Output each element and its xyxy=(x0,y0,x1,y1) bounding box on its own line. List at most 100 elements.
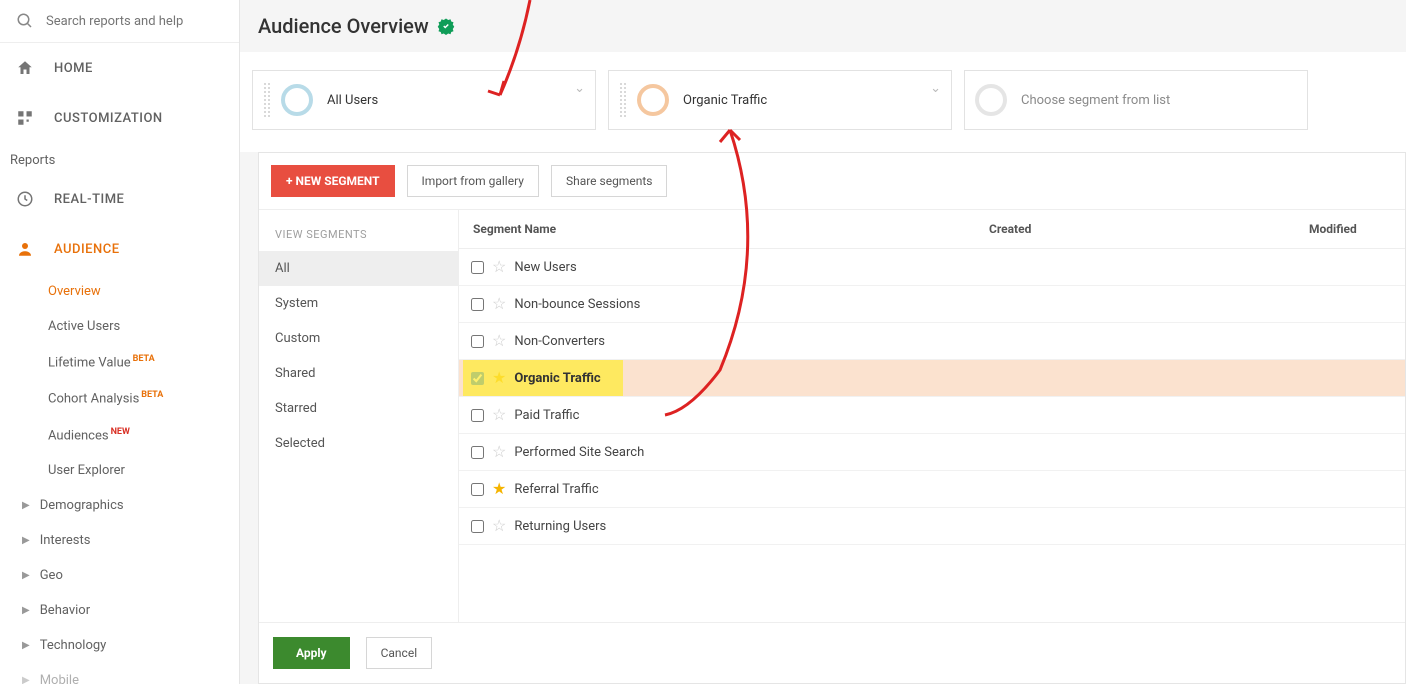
subnav-mobile[interactable]: ▶Mobile xyxy=(0,663,239,684)
subnav-overview[interactable]: Overview xyxy=(48,274,239,309)
nav-realtime[interactable]: REAL-TIME xyxy=(0,174,239,224)
nav-audience[interactable]: AUDIENCE xyxy=(0,224,239,274)
view-item-system[interactable]: System xyxy=(259,286,458,321)
table-row[interactable]: ☆ Paid Traffic xyxy=(459,397,1405,434)
verified-icon xyxy=(437,17,455,35)
segments-table: Segment Name Created Modified ☆ New Users… xyxy=(459,210,1405,622)
segment-checkbox[interactable] xyxy=(471,409,484,422)
subnav-audiences[interactable]: AudiencesNEW xyxy=(48,417,239,453)
person-icon xyxy=(16,240,34,258)
segment-chip-choose[interactable]: Choose segment from list xyxy=(964,70,1308,130)
caret-right-icon: ▶ xyxy=(22,675,30,684)
sidebar: Search reports and help HOME CUSTOMIZATI… xyxy=(0,0,240,684)
subnav-cohort[interactable]: Cohort AnalysisBETA xyxy=(48,380,239,416)
star-icon[interactable]: ☆ xyxy=(492,333,506,349)
subnav-active-users[interactable]: Active Users xyxy=(48,309,239,344)
segment-checkbox[interactable] xyxy=(471,261,484,274)
caret-right-icon: ▶ xyxy=(22,535,30,546)
apply-button[interactable]: Apply xyxy=(273,637,350,669)
view-item-shared[interactable]: Shared xyxy=(259,356,458,391)
caret-right-icon: ▶ xyxy=(22,500,30,511)
segment-checkbox[interactable] xyxy=(471,298,484,311)
share-segments-button[interactable]: Share segments xyxy=(551,165,667,197)
segment-chip-label: Choose segment from list xyxy=(1021,93,1170,108)
reports-label: Reports xyxy=(0,143,239,174)
chevron-down-icon: ⌄ xyxy=(930,81,941,96)
segment-circle-icon xyxy=(637,84,669,116)
segment-chip-organic[interactable]: Organic Traffic ⌄ xyxy=(608,70,952,130)
new-segment-button[interactable]: + NEW SEGMENT xyxy=(271,165,395,197)
nav-realtime-label: REAL-TIME xyxy=(54,192,124,207)
segment-name-label: Performed Site Search xyxy=(514,445,644,460)
segment-checkbox[interactable] xyxy=(471,520,484,533)
segment-name-label: Returning Users xyxy=(514,519,606,534)
nav-home[interactable]: HOME xyxy=(0,43,239,93)
main: Audience Overview All Users ⌄ Organic Tr… xyxy=(240,0,1406,684)
panel-footer: Apply Cancel xyxy=(259,622,1405,683)
nav-customization-label: CUSTOMIZATION xyxy=(54,111,163,126)
table-row[interactable]: ★ Referral Traffic xyxy=(459,471,1405,508)
table-header: Segment Name Created Modified xyxy=(459,210,1405,249)
segment-checkbox[interactable] xyxy=(471,446,484,459)
import-gallery-button[interactable]: Import from gallery xyxy=(407,165,539,197)
drag-handle-icon xyxy=(263,82,271,118)
segment-name-label: Non-Converters xyxy=(514,334,605,349)
segment-checkbox[interactable] xyxy=(471,483,484,496)
subnav-technology[interactable]: ▶Technology xyxy=(0,628,239,663)
nav-audience-label: AUDIENCE xyxy=(54,242,120,257)
audience-subnav: Overview Active Users Lifetime ValueBETA… xyxy=(0,274,239,488)
beta-badge: BETA xyxy=(141,390,163,400)
star-icon[interactable]: ☆ xyxy=(492,259,506,275)
star-icon[interactable]: ☆ xyxy=(492,407,506,423)
star-icon[interactable]: ☆ xyxy=(492,518,506,534)
caret-right-icon: ▶ xyxy=(22,640,30,651)
table-row[interactable]: ☆ Returning Users xyxy=(459,508,1405,545)
dashboard-icon xyxy=(16,109,34,127)
panel-toolbar: + NEW SEGMENT Import from gallery Share … xyxy=(259,153,1405,210)
view-segments-col: VIEW SEGMENTS All System Custom Shared S… xyxy=(259,210,459,622)
th-modified[interactable]: Modified xyxy=(1295,210,1405,248)
table-row[interactable]: ★Organic Traffic xyxy=(459,360,1405,397)
page-title: Audience Overview xyxy=(240,0,1406,52)
search-input[interactable]: Search reports and help xyxy=(0,0,239,43)
view-item-all[interactable]: All xyxy=(259,251,458,286)
view-segments-title: VIEW SEGMENTS xyxy=(259,210,458,251)
view-item-starred[interactable]: Starred xyxy=(259,391,458,426)
search-icon xyxy=(16,12,34,30)
segment-name-label: Referral Traffic xyxy=(514,482,598,497)
segment-name-label: Paid Traffic xyxy=(514,408,579,423)
view-item-selected[interactable]: Selected xyxy=(259,426,458,461)
drag-handle-icon xyxy=(619,82,627,118)
nav-home-label: HOME xyxy=(54,61,93,76)
table-row[interactable]: ☆Non-bounce Sessions xyxy=(459,286,1405,323)
chevron-down-icon: ⌄ xyxy=(574,81,585,96)
view-item-custom[interactable]: Custom xyxy=(259,321,458,356)
star-icon[interactable]: ☆ xyxy=(492,296,506,312)
table-row[interactable]: ☆ Non-Converters xyxy=(459,323,1405,360)
table-row[interactable]: ☆ Performed Site Search xyxy=(459,434,1405,471)
subnav-demographics[interactable]: ▶Demographics xyxy=(0,488,239,523)
segment-chip-all-users[interactable]: All Users ⌄ xyxy=(252,70,596,130)
segment-checkbox[interactable] xyxy=(471,335,484,348)
caret-right-icon: ▶ xyxy=(22,570,30,581)
nav-customization[interactable]: CUSTOMIZATION xyxy=(0,93,239,143)
subnav-interests[interactable]: ▶Interests xyxy=(0,523,239,558)
segment-chips: All Users ⌄ Organic Traffic ⌄ Choose seg… xyxy=(240,52,1406,152)
star-icon[interactable]: ☆ xyxy=(492,444,506,460)
segment-circle-icon xyxy=(281,84,313,116)
subnav-behavior[interactable]: ▶Behavior xyxy=(0,593,239,628)
table-row[interactable]: ☆ New Users xyxy=(459,249,1405,286)
home-icon xyxy=(16,59,34,77)
segment-name-label: New Users xyxy=(514,260,576,275)
cancel-button[interactable]: Cancel xyxy=(366,637,433,669)
new-badge: NEW xyxy=(111,427,130,437)
beta-badge: BETA xyxy=(133,354,155,364)
segment-chip-label: All Users xyxy=(327,93,378,108)
th-segment-name[interactable]: Segment Name xyxy=(459,210,975,248)
subnav-lifetime-value[interactable]: Lifetime ValueBETA xyxy=(48,344,239,380)
subnav-geo[interactable]: ▶Geo xyxy=(0,558,239,593)
segment-name-label: Organic Traffic xyxy=(514,371,600,386)
th-created[interactable]: Created xyxy=(975,210,1295,248)
subnav-user-explorer[interactable]: User Explorer xyxy=(48,453,239,488)
star-icon[interactable]: ★ xyxy=(492,481,506,497)
